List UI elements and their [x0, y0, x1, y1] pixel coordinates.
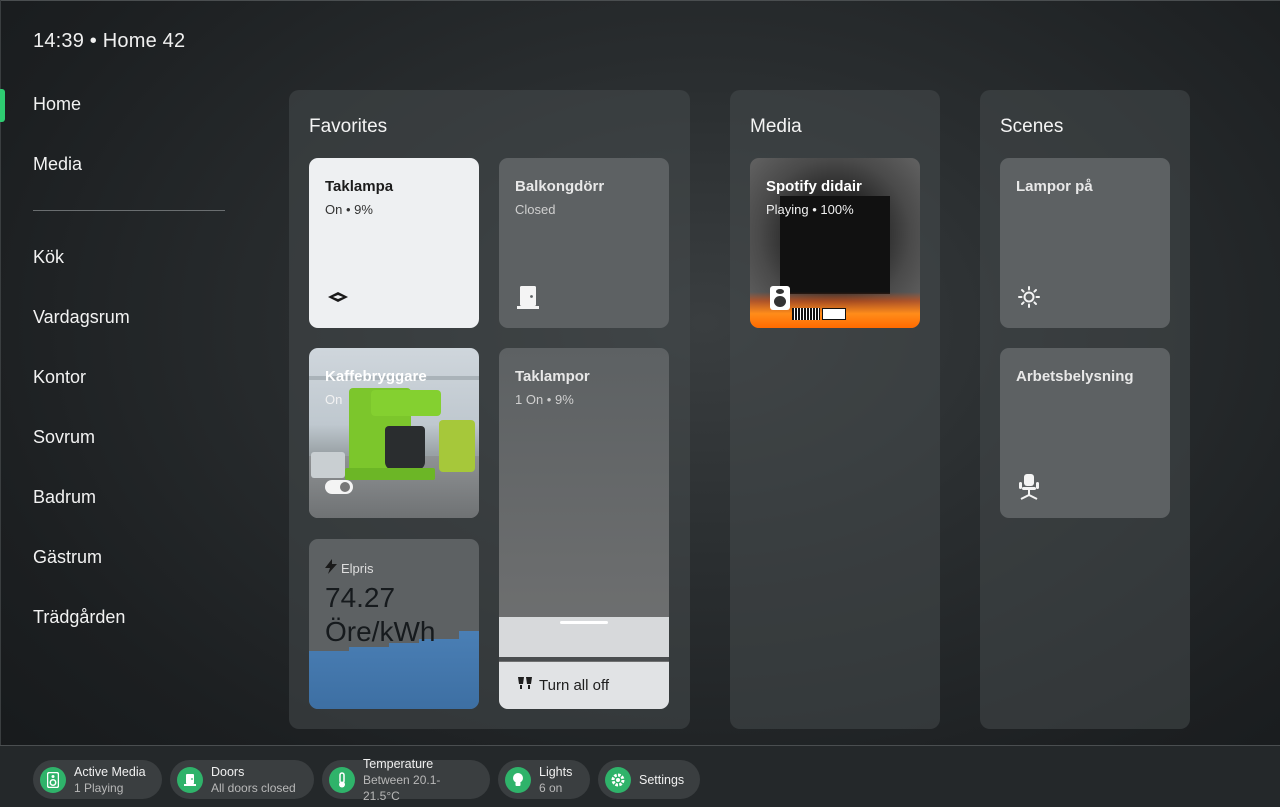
- taklampa-card[interactable]: Taklampa On • 9%: [309, 158, 479, 328]
- taklampor-title: Taklampor: [515, 368, 590, 385]
- parental-advisory-logo: [822, 308, 846, 320]
- elpris-value-block: 74.27 Öre/kWh: [325, 581, 435, 649]
- coffee-bag: [439, 420, 475, 472]
- sidebar-item-sovrum[interactable]: Sovrum: [33, 427, 95, 448]
- elpris-label-row: Elpris: [325, 559, 374, 577]
- scene-arbetsbelysning[interactable]: Arbetsbelysning: [1000, 348, 1170, 518]
- doors-label: Doors: [211, 764, 245, 779]
- elpris-unit: Öre/kWh: [325, 616, 436, 647]
- speaker-icon: [40, 766, 66, 793]
- sidebar-item-gastrum[interactable]: Gästrum: [33, 547, 102, 568]
- spotify-card[interactable]: Spotify didair Playing • 100%: [750, 158, 920, 328]
- nav-active-indicator: [0, 89, 5, 122]
- lightning-icon: [325, 559, 337, 577]
- door-icon: [177, 766, 203, 793]
- bottom-bar: Active Media 1 Playing Doors All doors c…: [0, 745, 1280, 807]
- sidebar-item-vardagsrum[interactable]: Vardagsrum: [33, 307, 130, 328]
- temperature-sub: Between 20.1-21.5°C: [363, 772, 441, 803]
- temperature-chip[interactable]: Temperature Between 20.1-21.5°C: [322, 757, 490, 803]
- top-border: [0, 0, 1280, 1]
- sidebar-item-home[interactable]: Home: [33, 94, 81, 115]
- scene-lampor-pa[interactable]: Lampor på: [1000, 158, 1170, 328]
- kaffebryggare-status: On: [325, 392, 343, 407]
- taklampor-status: 1 On • 9%: [515, 392, 574, 407]
- kaffebryggare-card[interactable]: Kaffebryggare On: [309, 348, 479, 518]
- toggle-icon: [325, 474, 353, 500]
- office-chair-icon: [1016, 474, 1042, 500]
- lights-sub: 6 on: [539, 780, 563, 795]
- kaffebryggare-title: Kaffebryggare: [325, 368, 427, 385]
- balkongdorr-title: Balkongdörr: [515, 178, 605, 195]
- thermometer-icon: [329, 766, 355, 793]
- elpris-card[interactable]: Elpris 74.27 Öre/kWh: [309, 539, 479, 709]
- gear-icon: [605, 766, 631, 793]
- coffee-machine-top: [371, 390, 441, 416]
- elpris-label: Elpris: [341, 560, 374, 576]
- lamps-icon: [517, 676, 533, 696]
- active-media-sub: 1 Playing: [74, 780, 124, 795]
- header-time-home: 14:39 • Home 42: [33, 30, 186, 52]
- coffee-pot: [385, 426, 425, 470]
- doors-sub: All doors closed: [211, 780, 296, 795]
- favorites-panel: Favorites Taklampa On • 9% Balkongdörr C…: [289, 90, 690, 729]
- temperature-label: Temperature: [363, 756, 434, 771]
- doors-chip[interactable]: Doors All doors closed: [170, 760, 314, 799]
- settings-label: Settings: [639, 772, 685, 787]
- elpris-value: 74.27: [325, 582, 396, 613]
- sidebar-item-kontor[interactable]: Kontor: [33, 367, 86, 388]
- ceiling-light-icon: [325, 284, 351, 310]
- turn-all-off-button[interactable]: Turn all off: [499, 662, 669, 709]
- favorites-title: Favorites: [309, 116, 388, 137]
- lights-label: Lights: [539, 764, 573, 779]
- active-media-label: Active Media: [74, 764, 146, 779]
- sidebar-item-tradgarden[interactable]: Trädgården: [33, 607, 125, 628]
- balkongdorr-card[interactable]: Balkongdörr Closed: [499, 158, 669, 328]
- sidebar-divider: [33, 210, 225, 211]
- sidebar-item-kok[interactable]: Kök: [33, 247, 64, 268]
- scene-lampor-pa-title: Lampor på: [1016, 178, 1093, 195]
- scenes-panel: Scenes Lampor på Arbetsbelysning: [980, 90, 1190, 729]
- door-icon: [515, 284, 541, 310]
- lights-chip[interactable]: Lights 6 on: [498, 760, 590, 799]
- taklampor-separator: [499, 657, 669, 661]
- coffee-base: [345, 468, 435, 480]
- spotify-status: Playing • 100%: [766, 202, 854, 217]
- scene-arbetsbelysning-title: Arbetsbelysning: [1016, 368, 1134, 385]
- sun-icon: [1016, 284, 1042, 310]
- taklampa-status: On • 9%: [325, 202, 373, 217]
- media-title: Media: [750, 116, 802, 137]
- active-media-chip[interactable]: Active Media 1 Playing: [33, 760, 162, 799]
- settings-chip[interactable]: Settings: [598, 760, 700, 799]
- brightness-slider-handle[interactable]: [560, 621, 608, 624]
- speaker-icon: [770, 286, 790, 310]
- balkongdorr-status: Closed: [515, 202, 556, 217]
- media-panel: Media Spotify didair Playing • 100%: [730, 90, 940, 729]
- taklampa-title: Taklampa: [325, 178, 394, 195]
- spotify-title: Spotify didair: [766, 178, 862, 195]
- turn-all-off-label: Turn all off: [539, 677, 610, 694]
- sidebar-item-media[interactable]: Media: [33, 154, 82, 175]
- album-art-barcode: [792, 308, 820, 320]
- scenes-title: Scenes: [1000, 116, 1064, 137]
- lightbulb-icon: [505, 766, 531, 793]
- sidebar-item-badrum[interactable]: Badrum: [33, 487, 96, 508]
- taklampor-card[interactable]: Taklampor 1 On • 9% Turn all off: [499, 348, 669, 709]
